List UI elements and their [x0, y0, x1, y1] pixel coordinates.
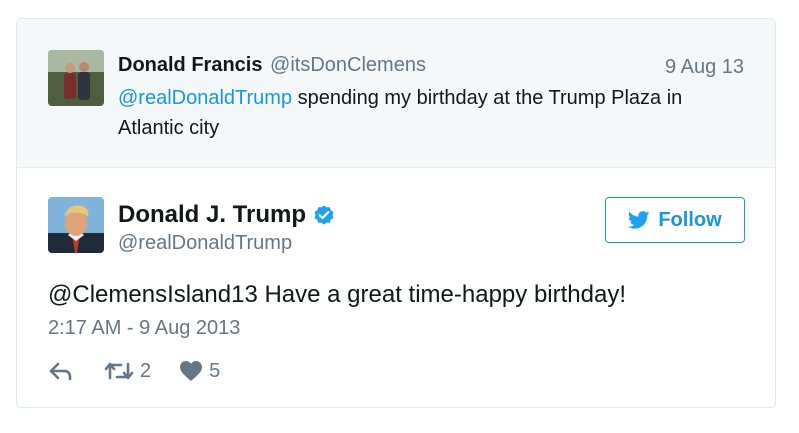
like-count: 5	[209, 359, 221, 382]
main-author-name[interactable]: Donald J. Trump	[118, 200, 306, 230]
retweet-button[interactable]: 2	[104, 360, 151, 383]
follow-button-label: Follow	[658, 208, 722, 231]
reply-icon	[49, 362, 72, 381]
parent-tweet[interactable]: Donald Francis @itsDonClemens 9 Aug 13 @…	[17, 19, 775, 168]
parent-tweet-text: @realDonaldTrump spending my birthday at…	[118, 83, 728, 143]
main-tweet-text: @ClemensIsland13 Have a great time-happy…	[48, 281, 626, 308]
main-author-avatar[interactable]	[48, 197, 104, 253]
embedded-tweet-card: Donald Francis @itsDonClemens 9 Aug 13 @…	[16, 18, 776, 408]
verified-badge-icon	[312, 203, 336, 227]
parent-tweet-header: Donald Francis @itsDonClemens	[118, 52, 426, 78]
main-author-name-row: Donald J. Trump	[118, 200, 336, 230]
parent-author-name[interactable]: Donald Francis	[118, 54, 262, 76]
follow-button[interactable]: Follow	[605, 197, 745, 243]
tweet-actions: 2 5	[48, 357, 220, 385]
main-author-handle[interactable]: @realDonaldTrump	[118, 230, 292, 256]
heart-icon	[180, 361, 203, 381]
parent-author-avatar[interactable]	[48, 50, 104, 106]
twitter-bird-icon	[628, 211, 650, 229]
retweet-count: 2	[140, 359, 152, 382]
like-button[interactable]: 5	[179, 360, 220, 383]
retweet-icon	[104, 362, 134, 380]
parent-tweet-mention[interactable]: @realDonaldTrump	[118, 87, 292, 109]
main-tweet-timestamp[interactable]: 2:17 AM - 9 Aug 2013	[48, 315, 240, 341]
reply-button[interactable]	[48, 360, 74, 382]
parent-tweet-date[interactable]: 9 Aug 13	[665, 54, 744, 80]
parent-author-handle[interactable]: @itsDonClemens	[270, 54, 426, 76]
